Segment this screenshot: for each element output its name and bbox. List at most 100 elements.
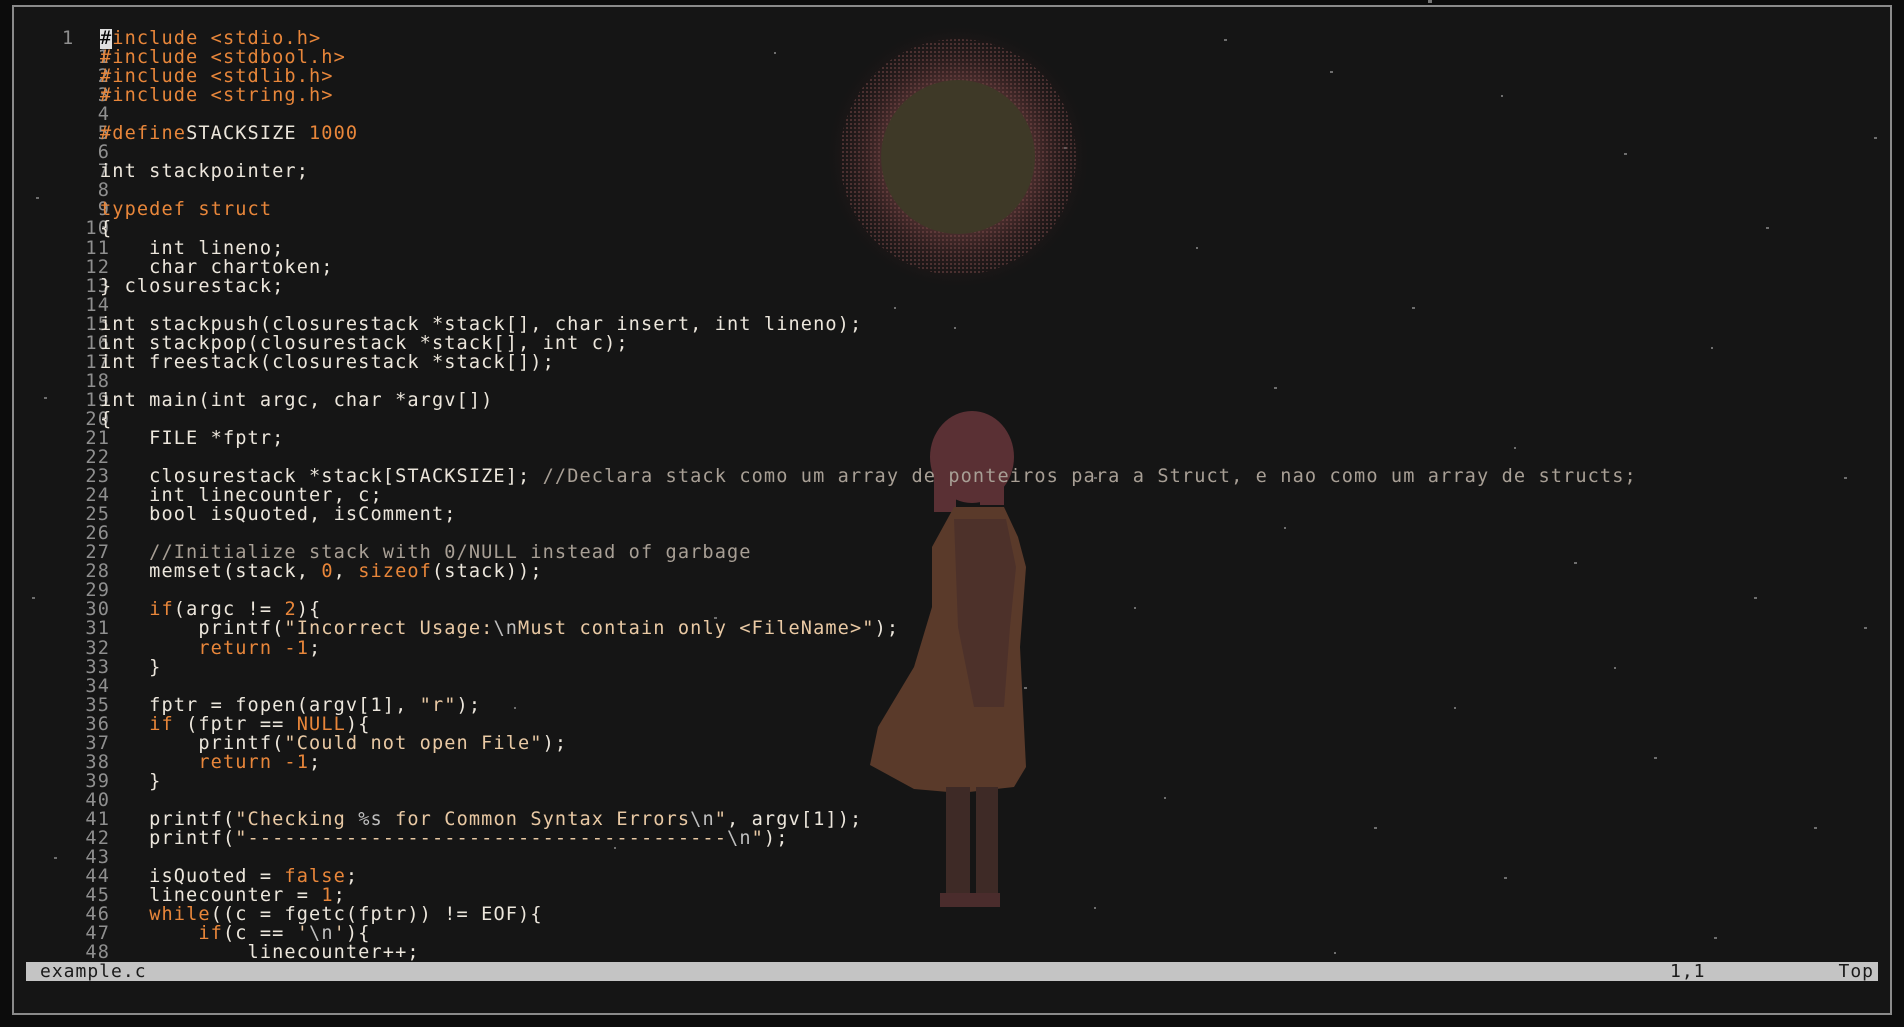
code-token: \n <box>493 618 519 640</box>
code-line[interactable]: 40 <box>14 791 1890 810</box>
code-token: ((c = fgetc(fptr)) != EOF){ <box>210 904 543 926</box>
code-line[interactable]: 33 } <box>14 657 1890 677</box>
code-line[interactable]: 38 return -1; <box>14 753 1890 772</box>
code-token: linecounter++; <box>100 942 420 964</box>
code-text: return -1; <box>100 753 321 772</box>
code-line[interactable]: 23 closurestack *stack[STACKSIZE]; //Dec… <box>14 467 1890 486</box>
code-token: #include <stdlib.h> <box>100 66 334 88</box>
text-cursor: # <box>100 29 113 49</box>
code-line[interactable]: 26 <box>14 524 1890 543</box>
code-line[interactable]: 48 linecounter++; <box>14 943 1890 962</box>
code-token: int main(int argc, char *argv[]) <box>100 389 494 411</box>
line-number: 34 <box>85 675 110 697</box>
code-line[interactable]: 20{ <box>14 410 1890 429</box>
code-token: "Incorrect Usage: <box>284 618 494 640</box>
code-token: return <box>198 637 273 659</box>
code-token: } closurestack; <box>100 275 285 297</box>
code-token: ); <box>763 827 789 849</box>
code-token: bool isQuoted, isComment; <box>100 504 457 526</box>
code-line[interactable]: 17 int freestack(closurestack *stack[]); <box>14 353 1890 372</box>
code-line[interactable]: 14 <box>14 296 1890 315</box>
code-line[interactable]: 28 memset(stack, 0, sizeof(stack)); <box>14 562 1890 581</box>
code-token: "Checking <box>235 808 359 830</box>
code-line[interactable]: 3 #include <string.h> <box>14 86 1890 105</box>
code-token: ){ <box>345 713 371 735</box>
code-text: linecounter = 1; <box>100 886 346 905</box>
code-line[interactable]: 43 <box>14 848 1890 867</box>
code-line[interactable]: 46 while((c = fgetc(fptr)) != EOF){ <box>14 905 1890 924</box>
code-line[interactable]: 44 isQuoted = false; <box>14 867 1890 886</box>
code-line[interactable]: 27 //Initialize stack with 0/NULL instea… <box>14 543 1890 562</box>
code-line[interactable]: 31 printf("Incorrect Usage:\nMust contai… <box>14 619 1890 638</box>
code-line[interactable]: 12 char chartoken; <box>14 258 1890 277</box>
code-token: for Common Syntax Errors <box>382 808 691 830</box>
code-line[interactable]: 1 #include <stdbool.h> <box>14 48 1890 67</box>
code-token: char chartoken; <box>100 256 334 278</box>
code-line[interactable]: 6 <box>14 143 1890 162</box>
code-line[interactable]: 18 <box>14 372 1890 391</box>
code-line[interactable]: 42 printf("-----------------------------… <box>14 829 1890 848</box>
code-line[interactable]: 36 if (fptr == NULL){ <box>14 715 1890 734</box>
status-cursor-position: 1,1 <box>1670 961 1706 982</box>
line-number: 22 <box>85 447 110 469</box>
code-text: } <box>100 658 161 677</box>
code-line[interactable]: 45 linecounter = 1; <box>14 886 1890 905</box>
line-number: 29 <box>85 580 110 602</box>
code-token: 0 <box>321 561 334 583</box>
code-token: STACKSIZE <box>186 123 310 145</box>
code-line[interactable]: 22 <box>14 448 1890 467</box>
code-line[interactable]: 16 int stackpop(closurestack *stack[], in… <box>14 334 1890 353</box>
code-line[interactable]: 5 #defineSTACKSIZE 1000 <box>14 124 1890 143</box>
code-token: false <box>284 866 346 888</box>
line-number: 4 <box>97 104 110 126</box>
code-text: if(c == '\n'){ <box>100 924 371 943</box>
code-token: , <box>333 561 359 583</box>
code-line[interactable]: 30 if(argc != 2){ <box>14 600 1890 619</box>
code-line[interactable]: 1 #include <stdio.h> <box>14 29 1890 49</box>
code-line[interactable]: 37 printf("Could not open File"); <box>14 734 1890 753</box>
code-line[interactable]: 8 <box>14 181 1890 200</box>
code-text: int lineno; <box>100 237 285 259</box>
code-line[interactable]: 2 #include <stdlib.h> <box>14 67 1890 86</box>
code-line[interactable]: 25 bool isQuoted, isComment; <box>14 505 1890 524</box>
code-line[interactable]: 15 int stackpush(closurestack *stack[], c… <box>14 315 1890 334</box>
code-text: closurestack *stack[STACKSIZE]; //Declar… <box>100 467 1637 486</box>
code-line[interactable]: 24 int linecounter, c; <box>14 486 1890 505</box>
code-line[interactable]: 32 return -1; <box>14 637 1890 659</box>
code-line[interactable]: 7 int stackpointer; <box>14 162 1890 181</box>
code-line[interactable]: 39 } <box>14 772 1890 791</box>
code-token: } <box>100 770 162 792</box>
line-number: 26 <box>85 523 110 545</box>
code-token: ); <box>874 618 900 640</box>
code-line[interactable]: 29 <box>14 581 1890 600</box>
code-line[interactable]: 21 FILE *fptr; <box>14 429 1890 448</box>
code-line[interactable]: 11 int lineno; <box>14 237 1890 259</box>
code-text: int stackpointer; <box>100 162 309 181</box>
code-line[interactable]: 34 <box>14 677 1890 696</box>
code-token: printf( <box>100 808 236 830</box>
code-line[interactable]: 10{ <box>14 219 1890 238</box>
code-token: int lineno; <box>100 237 285 259</box>
code-text: memset(stack, 0, sizeof(stack)); <box>100 562 543 581</box>
line-number: 14 <box>85 294 110 316</box>
code-token: ' <box>333 923 346 945</box>
code-line[interactable]: 41 printf("Checking %s for Common Syntax… <box>14 810 1890 829</box>
code-line[interactable]: 9 typedef struct <box>14 200 1890 219</box>
code-line[interactable]: 47 if(c == '\n'){ <box>14 924 1890 943</box>
editor-buffer[interactable]: 1 #include <stdio.h> 1 #include <stdbool.h>… <box>14 29 1890 964</box>
code-line[interactable]: 35 fptr = fopen(argv[1], "r"); <box>14 696 1890 715</box>
code-line[interactable]: 13} closurestack; <box>14 277 1890 296</box>
code-text: fptr = fopen(argv[1], "r"); <box>100 696 481 715</box>
code-text: #include <string.h> <box>100 86 334 105</box>
code-text: int main(int argc, char *argv[]) <box>100 391 493 410</box>
code-text: bool isQuoted, isComment; <box>100 505 457 524</box>
code-text: char chartoken; <box>100 258 334 277</box>
code-line[interactable]: 4 <box>14 105 1890 124</box>
code-line[interactable]: 19 int main(int argc, char *argv[]) <box>14 391 1890 410</box>
code-token: ; <box>309 751 322 773</box>
code-text: printf("--------------------------------… <box>100 829 789 848</box>
code-token: (fptr == <box>173 713 297 735</box>
code-token: if <box>149 599 174 621</box>
